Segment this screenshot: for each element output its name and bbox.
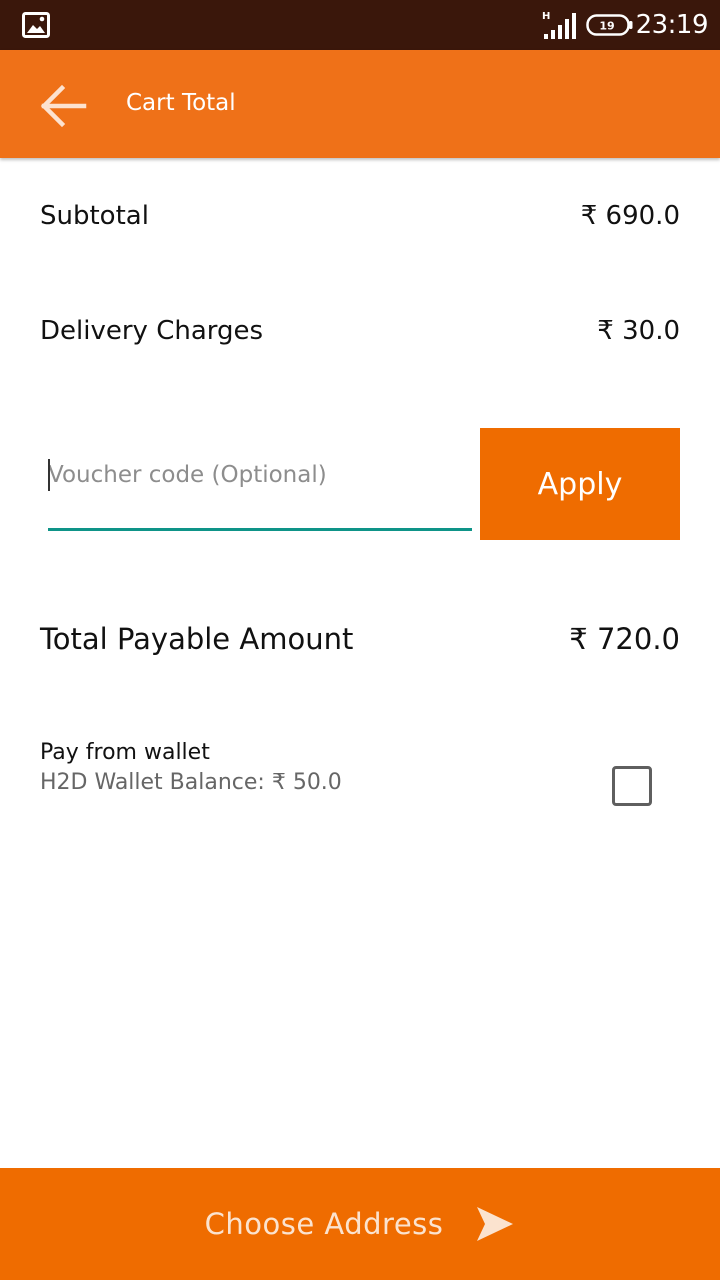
page-title: Cart Total (126, 90, 236, 116)
status-time: 23:19 (635, 10, 709, 40)
voucher-field[interactable] (48, 445, 472, 531)
apply-button[interactable]: Apply (480, 428, 680, 540)
wallet-section: Pay from wallet H2D Wallet Balance: ₹ 50… (40, 738, 600, 798)
status-icons: H 19 23:19 (542, 9, 709, 41)
wallet-title: Pay from wallet (40, 740, 210, 765)
wallet-balance: H2D Wallet Balance: ₹ 50.0 (40, 770, 342, 795)
delivery-value: ₹ 30.0 (597, 316, 680, 346)
status-bar: H 19 23:19 (0, 0, 720, 50)
choose-address-button[interactable]: Choose Address (0, 1168, 720, 1280)
send-icon (477, 1207, 514, 1241)
subtotal-value: ₹ 690.0 (580, 201, 680, 231)
signal-icon: H (542, 11, 576, 39)
total-label: Total Payable Amount (40, 622, 354, 656)
app-bar: Cart Total (0, 50, 720, 158)
text-caret (48, 459, 50, 491)
wallet-checkbox[interactable] (612, 766, 652, 806)
photo-icon (22, 12, 50, 38)
choose-address-label: Choose Address (204, 1207, 444, 1241)
total-row: Total Payable Amount ₹ 720.0 (40, 617, 680, 661)
subtotal-row: Subtotal ₹ 690.0 (40, 196, 680, 236)
voucher-input[interactable] (48, 445, 472, 505)
total-value: ₹ 720.0 (569, 622, 680, 656)
battery-icon: 19 (585, 14, 633, 36)
subtotal-label: Subtotal (40, 201, 149, 231)
battery-level: 19 (599, 20, 614, 33)
back-button[interactable] (30, 76, 96, 136)
delivery-label: Delivery Charges (40, 316, 264, 346)
arrow-left-icon (40, 84, 87, 128)
network-type: H (542, 11, 550, 22)
delivery-row: Delivery Charges ₹ 30.0 (40, 311, 680, 351)
